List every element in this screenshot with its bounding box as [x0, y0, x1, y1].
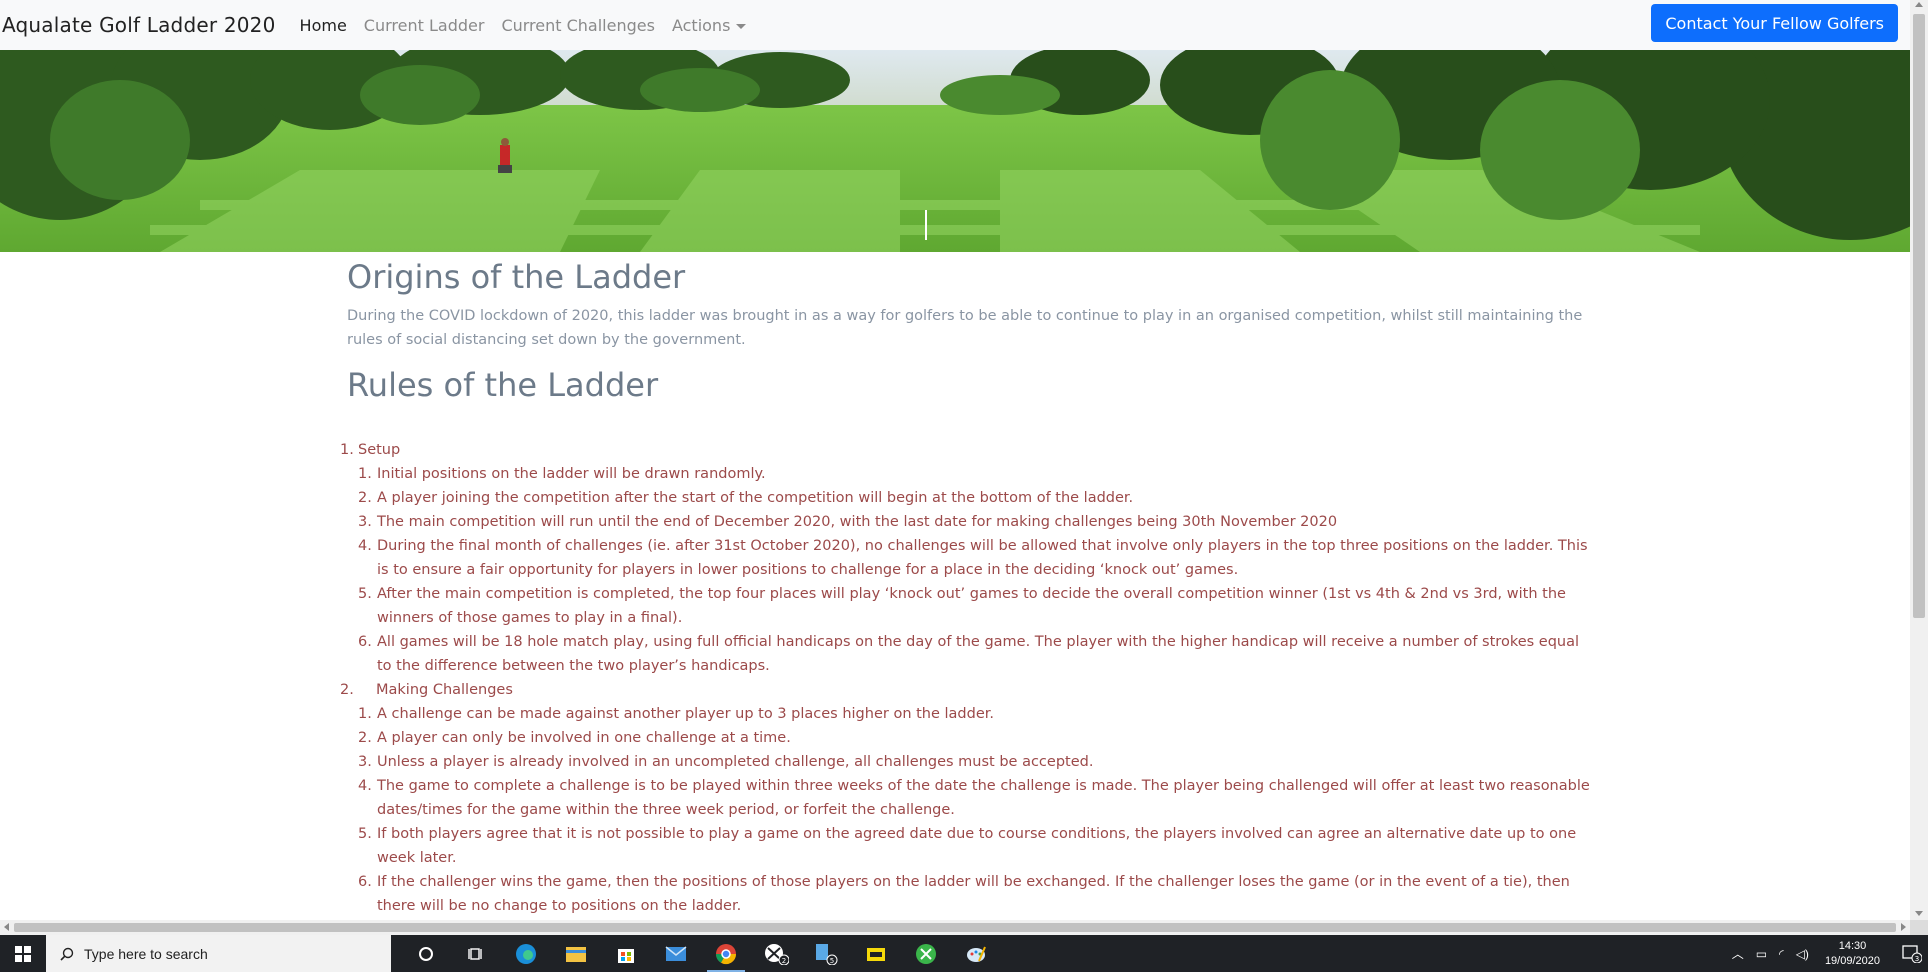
game-icon [867, 947, 885, 961]
game-button[interactable] [851, 935, 901, 972]
contact-golfers-button[interactable]: Contact Your Fellow Golfers [1651, 4, 1898, 42]
store-icon [618, 948, 634, 963]
section-heading: Making Challenges [376, 682, 513, 698]
xbox-app-icon [916, 943, 936, 964]
list-item: 5. If both players agree that it is not p… [358, 826, 1577, 866]
cortana-button[interactable] [401, 935, 451, 972]
xbox-app-button[interactable] [901, 935, 951, 972]
edge-button[interactable] [501, 935, 551, 972]
paint-button[interactable] [951, 935, 1001, 972]
taskbar-search[interactable]: Type here to search [46, 935, 391, 972]
list-item: 5. After the main competition is complete… [358, 586, 1566, 626]
chrome-icon [715, 943, 737, 964]
section-number: 2. [340, 682, 354, 698]
notification-center-button[interactable]: 3 [1896, 935, 1928, 972]
scroll-down-icon[interactable] [1915, 911, 1923, 916]
rules-title: Rules of the Ladder [347, 366, 659, 404]
xbox-icon: 2 [765, 943, 789, 965]
rules-list: 1. Setup 1. Initial positions on the ladd… [340, 438, 1600, 918]
nav-actions-dropdown[interactable]: Actions [671, 15, 747, 35]
nav-actions-label: Actions [671, 15, 731, 35]
navbar: Aqualate Golf Ladder 2020 Home Current L… [0, 0, 1910, 50]
list-item: 3. The main competition will run until th… [358, 514, 1338, 530]
start-button[interactable] [0, 935, 46, 972]
list-item: 2. A player joining the competition after… [358, 490, 1134, 506]
xbox-button[interactable]: 2 [751, 935, 801, 972]
list-item: 1. A challenge can be made against anothe… [358, 706, 995, 722]
nav-home[interactable]: Home [300, 16, 347, 35]
origins-text: During the COVID lockdown of 2020, this … [347, 308, 1583, 348]
folder-icon [566, 946, 586, 962]
files-icon: 5 [816, 943, 838, 965]
list-item: 4. During the final month of challenges (… [358, 538, 1588, 578]
chrome-button[interactable] [701, 935, 751, 972]
windows-icon [15, 945, 31, 962]
list-item: 4. The game to complete a challenge is to… [358, 778, 1590, 818]
main-content: Origins of the Ladder During the COVID l… [0, 252, 1910, 920]
clock-date: 19/09/2020 [1824, 954, 1880, 967]
nav-links: Home Current Ladder Current Challenges A… [300, 16, 764, 35]
mail-button[interactable] [651, 935, 701, 972]
banner-image [0, 50, 1910, 252]
rules-section-setup: 1. Setup [340, 438, 1600, 462]
scroll-thumb[interactable] [14, 923, 1896, 932]
edge-icon [516, 943, 536, 964]
taskbar: Type here to search 2 5 ︿ ▭ ◜ ◁) 14:30 1… [0, 935, 1928, 972]
section-number: 1. [340, 442, 354, 458]
file-explorer-button[interactable] [551, 935, 601, 972]
taskbar-apps: 2 5 [401, 935, 1001, 972]
task-view-button[interactable] [451, 935, 501, 972]
xbox-badge: 2 [782, 957, 786, 965]
scroll-left-icon[interactable] [4, 923, 9, 931]
battery-icon[interactable]: ▭ [1756, 947, 1767, 961]
scroll-up-icon[interactable] [1915, 2, 1923, 7]
wifi-icon[interactable]: ◜ [1779, 947, 1784, 961]
list-item: 6. All games will be 18 hole match play, … [358, 634, 1580, 674]
search-icon [60, 947, 74, 961]
search-placeholder: Type here to search [84, 945, 208, 962]
paint-icon [967, 946, 986, 962]
list-item: 6. If the challenger wins the game, then … [358, 874, 1570, 914]
volume-icon[interactable]: ◁) [1796, 947, 1809, 961]
vertical-scrollbar[interactable] [1910, 0, 1928, 920]
brand[interactable]: Aqualate Golf Ladder 2020 [2, 13, 276, 37]
cortana-icon [419, 946, 433, 961]
nav-current-ladder[interactable]: Current Ladder [364, 16, 485, 35]
origins-title: Origins of the Ladder [347, 258, 686, 296]
scrollbar-corner [1910, 920, 1928, 935]
horizontal-scrollbar[interactable] [0, 920, 1910, 935]
files-button[interactable]: 5 [801, 935, 851, 972]
nav-current-challenges[interactable]: Current Challenges [501, 16, 655, 35]
golf-course-image [0, 50, 1910, 252]
clock[interactable]: 14:30 19/09/2020 [1825, 939, 1880, 969]
list-item: 1. Initial positions on the ladder will b… [358, 466, 766, 482]
store-button[interactable] [601, 935, 651, 972]
mail-icon [665, 945, 687, 961]
rules-section-making-challenges: 2. Making Challenges [340, 678, 1600, 702]
caret-down-icon [736, 23, 747, 29]
section-heading: Setup [358, 442, 401, 458]
list-item: 3. Unless a player is already involved in… [358, 754, 1094, 770]
task-view-icon [468, 947, 482, 960]
clock-time: 14:30 [1838, 939, 1867, 952]
scroll-right-icon[interactable] [1901, 923, 1906, 931]
list-item: 2. A player can only be involved in one c… [358, 730, 791, 746]
chevron-up-icon[interactable]: ︿ [1732, 945, 1744, 962]
notification-icon: 3 [1902, 944, 1922, 963]
notification-count: 3 [1915, 955, 1919, 963]
system-tray: ︿ ▭ ◜ ◁) 14:30 19/09/2020 3 [1726, 935, 1928, 972]
files-badge: 5 [830, 957, 834, 965]
scroll-thumb[interactable] [1913, 14, 1925, 618]
